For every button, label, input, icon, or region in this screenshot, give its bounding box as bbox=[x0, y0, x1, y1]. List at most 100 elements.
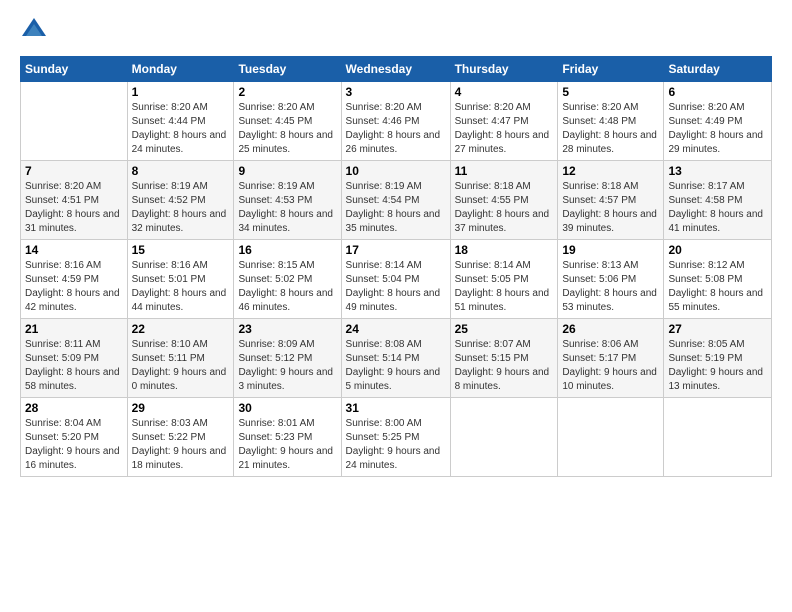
calendar-cell: 9Sunrise: 8:19 AMSunset: 4:53 PMDaylight… bbox=[234, 161, 341, 240]
calendar-cell bbox=[450, 398, 558, 477]
calendar-table: SundayMondayTuesdayWednesdayThursdayFrid… bbox=[20, 56, 772, 477]
calendar-cell: 15 Sunrise: 8:16 AMSunset: 5:01 PMDayligh… bbox=[127, 240, 234, 319]
day-number: 7 bbox=[25, 164, 123, 178]
calendar-cell: 12 Sunrise: 8:18 AMSunset: 4:57 PMDayligh… bbox=[558, 161, 664, 240]
day-info: Sunrise: 8:20 AMSunset: 4:46 PMDaylight:… bbox=[346, 101, 446, 157]
day-info: Sunrise: 8:13 AMSunset: 5:06 PMDaylight:… bbox=[562, 259, 659, 315]
day-number: 14 bbox=[25, 243, 123, 257]
day-number: 26 bbox=[562, 322, 659, 336]
day-info: Sunrise: 8:18 AMSunset: 4:57 PMDaylight:… bbox=[562, 180, 659, 236]
calendar-cell: 22Sunrise: 8:10 AMSunset: 5:11 PMDayligh… bbox=[127, 319, 234, 398]
day-number: 31 bbox=[346, 401, 446, 415]
day-number: 17 bbox=[346, 243, 446, 257]
day-number: 21 bbox=[25, 322, 123, 336]
calendar-cell bbox=[558, 398, 664, 477]
calendar-week-row: 7 Sunrise: 8:20 AMSunset: 4:51 PMDaylight… bbox=[21, 161, 772, 240]
day-info: Sunrise: 8:16 AMSunset: 5:01 PMDaylight:… bbox=[132, 259, 230, 315]
day-info: Sunrise: 8:15 AMSunset: 5:02 PMDaylight:… bbox=[238, 259, 336, 315]
day-number: 20 bbox=[668, 243, 767, 257]
calendar-cell: 24 Sunrise: 8:08 AMSunset: 5:14 PMDayligh… bbox=[341, 319, 450, 398]
day-number: 5 bbox=[562, 85, 659, 99]
calendar-cell bbox=[664, 398, 772, 477]
day-info: Sunrise: 8:03 AMSunset: 5:22 PMDaylight:… bbox=[132, 417, 230, 473]
calendar-cell bbox=[21, 82, 128, 161]
day-number: 13 bbox=[668, 164, 767, 178]
calendar-cell: 5 Sunrise: 8:20 AMSunset: 4:48 PMDaylight… bbox=[558, 82, 664, 161]
calendar-cell: 1Sunrise: 8:20 AMSunset: 4:44 PMDaylight… bbox=[127, 82, 234, 161]
calendar-cell: 27Sunrise: 8:05 AMSunset: 5:19 PMDayligh… bbox=[664, 319, 772, 398]
day-info: Sunrise: 8:11 AMSunset: 5:09 PMDaylight:… bbox=[25, 338, 123, 394]
day-info: Sunrise: 8:10 AMSunset: 5:11 PMDaylight:… bbox=[132, 338, 230, 394]
calendar-cell: 16 Sunrise: 8:15 AMSunset: 5:02 PMDayligh… bbox=[234, 240, 341, 319]
calendar-cell: 3 Sunrise: 8:20 AMSunset: 4:46 PMDaylight… bbox=[341, 82, 450, 161]
calendar-cell: 23Sunrise: 8:09 AMSunset: 5:12 PMDayligh… bbox=[234, 319, 341, 398]
day-number: 6 bbox=[668, 85, 767, 99]
calendar-cell: 17 Sunrise: 8:14 AMSunset: 5:04 PMDayligh… bbox=[341, 240, 450, 319]
day-info: Sunrise: 8:20 AMSunset: 4:51 PMDaylight:… bbox=[25, 180, 123, 236]
calendar-header-row: SundayMondayTuesdayWednesdayThursdayFrid… bbox=[21, 57, 772, 82]
page-header bbox=[20, 16, 772, 44]
calendar-week-row: 28 Sunrise: 8:04 AMSunset: 5:20 PMDayligh… bbox=[21, 398, 772, 477]
day-number: 16 bbox=[238, 243, 336, 257]
day-header: Thursday bbox=[450, 57, 558, 82]
day-info: Sunrise: 8:20 AMSunset: 4:45 PMDaylight:… bbox=[238, 101, 336, 157]
calendar-cell: 6 Sunrise: 8:20 AMSunset: 4:49 PMDaylight… bbox=[664, 82, 772, 161]
day-number: 18 bbox=[455, 243, 554, 257]
day-number: 4 bbox=[455, 85, 554, 99]
calendar-cell: 14 Sunrise: 8:16 AMSunset: 4:59 PMDayligh… bbox=[21, 240, 128, 319]
day-info: Sunrise: 8:20 AMSunset: 4:44 PMDaylight:… bbox=[132, 101, 230, 157]
calendar-cell: 19 Sunrise: 8:13 AMSunset: 5:06 PMDayligh… bbox=[558, 240, 664, 319]
day-info: Sunrise: 8:06 AMSunset: 5:17 PMDaylight:… bbox=[562, 338, 659, 394]
day-header: Friday bbox=[558, 57, 664, 82]
day-header: Tuesday bbox=[234, 57, 341, 82]
day-header: Wednesday bbox=[341, 57, 450, 82]
day-number: 27 bbox=[668, 322, 767, 336]
calendar-cell: 25 Sunrise: 8:07 AMSunset: 5:15 PMDayligh… bbox=[450, 319, 558, 398]
day-number: 10 bbox=[346, 164, 446, 178]
day-number: 8 bbox=[132, 164, 230, 178]
calendar-cell: 8 Sunrise: 8:19 AMSunset: 4:52 PMDaylight… bbox=[127, 161, 234, 240]
calendar-week-row: 14 Sunrise: 8:16 AMSunset: 4:59 PMDayligh… bbox=[21, 240, 772, 319]
calendar-cell: 26 Sunrise: 8:06 AMSunset: 5:17 PMDayligh… bbox=[558, 319, 664, 398]
day-info: Sunrise: 8:20 AMSunset: 4:49 PMDaylight:… bbox=[668, 101, 767, 157]
calendar-cell: 7 Sunrise: 8:20 AMSunset: 4:51 PMDaylight… bbox=[21, 161, 128, 240]
day-info: Sunrise: 8:19 AMSunset: 4:52 PMDaylight:… bbox=[132, 180, 230, 236]
calendar-cell: 29 Sunrise: 8:03 AMSunset: 5:22 PMDayligh… bbox=[127, 398, 234, 477]
day-number: 19 bbox=[562, 243, 659, 257]
day-info: Sunrise: 8:14 AMSunset: 5:05 PMDaylight:… bbox=[455, 259, 554, 315]
calendar-week-row: 1Sunrise: 8:20 AMSunset: 4:44 PMDaylight… bbox=[21, 82, 772, 161]
day-info: Sunrise: 8:07 AMSunset: 5:15 PMDaylight:… bbox=[455, 338, 554, 394]
day-info: Sunrise: 8:20 AMSunset: 4:47 PMDaylight:… bbox=[455, 101, 554, 157]
day-number: 2 bbox=[238, 85, 336, 99]
calendar-cell: 13 Sunrise: 8:17 AMSunset: 4:58 PMDayligh… bbox=[664, 161, 772, 240]
calendar-cell: 2 Sunrise: 8:20 AMSunset: 4:45 PMDaylight… bbox=[234, 82, 341, 161]
day-number: 15 bbox=[132, 243, 230, 257]
day-number: 11 bbox=[455, 164, 554, 178]
calendar-cell: 28 Sunrise: 8:04 AMSunset: 5:20 PMDayligh… bbox=[21, 398, 128, 477]
day-info: Sunrise: 8:19 AMSunset: 4:53 PMDaylight:… bbox=[238, 180, 336, 236]
day-info: Sunrise: 8:20 AMSunset: 4:48 PMDaylight:… bbox=[562, 101, 659, 157]
day-info: Sunrise: 8:12 AMSunset: 5:08 PMDaylight:… bbox=[668, 259, 767, 315]
day-info: Sunrise: 8:18 AMSunset: 4:55 PMDaylight:… bbox=[455, 180, 554, 236]
calendar-cell: 20 Sunrise: 8:12 AMSunset: 5:08 PMDayligh… bbox=[664, 240, 772, 319]
day-info: Sunrise: 8:14 AMSunset: 5:04 PMDaylight:… bbox=[346, 259, 446, 315]
day-info: Sunrise: 8:01 AMSunset: 5:23 PMDaylight:… bbox=[238, 417, 336, 473]
day-header: Saturday bbox=[664, 57, 772, 82]
day-number: 12 bbox=[562, 164, 659, 178]
day-info: Sunrise: 8:04 AMSunset: 5:20 PMDaylight:… bbox=[25, 417, 123, 473]
day-header: Sunday bbox=[21, 57, 128, 82]
day-number: 29 bbox=[132, 401, 230, 415]
calendar-cell: 4 Sunrise: 8:20 AMSunset: 4:47 PMDaylight… bbox=[450, 82, 558, 161]
day-number: 25 bbox=[455, 322, 554, 336]
day-number: 24 bbox=[346, 322, 446, 336]
day-number: 28 bbox=[25, 401, 123, 415]
calendar-cell: 31 Sunrise: 8:00 AMSunset: 5:25 PMDayligh… bbox=[341, 398, 450, 477]
day-info: Sunrise: 8:16 AMSunset: 4:59 PMDaylight:… bbox=[25, 259, 123, 315]
calendar-cell: 21 Sunrise: 8:11 AMSunset: 5:09 PMDayligh… bbox=[21, 319, 128, 398]
day-info: Sunrise: 8:17 AMSunset: 4:58 PMDaylight:… bbox=[668, 180, 767, 236]
calendar-cell: 11 Sunrise: 8:18 AMSunset: 4:55 PMDayligh… bbox=[450, 161, 558, 240]
day-header: Monday bbox=[127, 57, 234, 82]
day-info: Sunrise: 8:08 AMSunset: 5:14 PMDaylight:… bbox=[346, 338, 446, 394]
day-number: 3 bbox=[346, 85, 446, 99]
day-info: Sunrise: 8:00 AMSunset: 5:25 PMDaylight:… bbox=[346, 417, 446, 473]
